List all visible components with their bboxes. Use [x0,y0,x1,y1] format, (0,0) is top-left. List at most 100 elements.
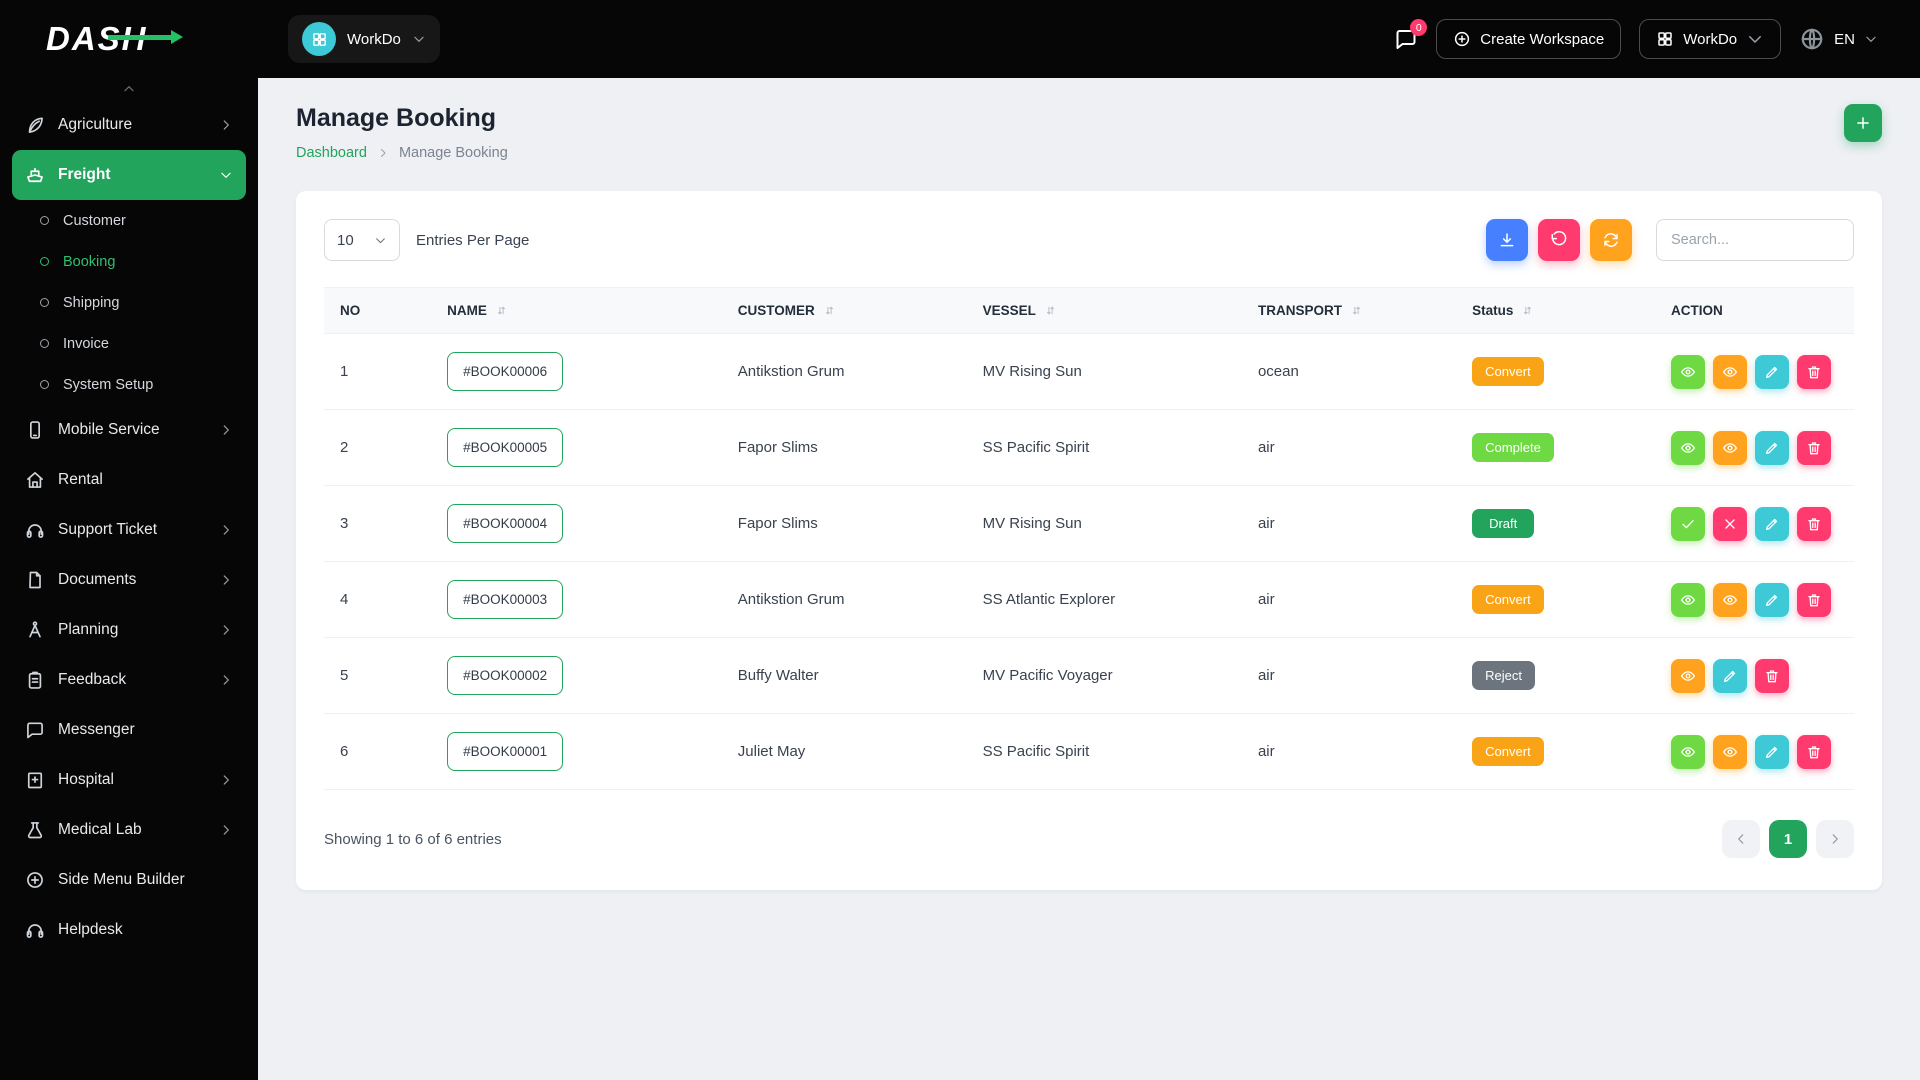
sidebar-item-label: Medical Lab [58,821,142,839]
view-button[interactable] [1671,583,1705,617]
column-header-status[interactable]: Status [1456,288,1655,334]
invoice-view-button[interactable] [1713,583,1747,617]
pagination-prev-button[interactable] [1722,820,1760,858]
sidebar-item-agriculture[interactable]: Agriculture [12,100,246,150]
pagination-next-button[interactable] [1816,820,1854,858]
delete-button[interactable] [1797,583,1831,617]
view-button[interactable] [1671,355,1705,389]
sidebar-item-freight[interactable]: Freight [12,150,246,200]
sidebar-item-label: Planning [58,621,118,639]
column-header-customer[interactable]: CUSTOMER [722,288,967,334]
edit-button[interactable] [1755,735,1789,769]
workspace-selector[interactable]: WorkDo [288,15,440,63]
chevron-right-icon [219,623,233,637]
cell-customer: Fapor Slims [722,410,967,486]
invoice-view-button[interactable] [1713,431,1747,465]
delete-button[interactable] [1755,659,1789,693]
messages-button[interactable]: 0 [1394,27,1418,51]
pencil-icon [1764,440,1780,456]
refresh-button[interactable] [1590,219,1632,261]
approve-button[interactable] [1671,507,1705,541]
sidebar-item-customer[interactable]: Customer [12,200,246,241]
documents-icon [25,570,45,590]
reject-button[interactable] [1713,507,1747,541]
booking-number-link[interactable]: #BOOK00002 [447,656,563,695]
entries-per-page-label: Entries Per Page [416,232,529,249]
account-menu-button[interactable]: WorkDo [1639,19,1781,59]
bullet-icon [40,339,49,348]
support-ticket-icon [25,520,45,540]
sidebar-scroll-up[interactable] [12,82,246,100]
sidebar-item-documents[interactable]: Documents [12,555,246,605]
sidebar-item-shipping[interactable]: Shipping [12,282,246,323]
add-booking-button[interactable] [1844,104,1882,142]
edit-button[interactable] [1713,659,1747,693]
chevron-right-icon [219,823,233,837]
cell-customer: Juliet May [722,714,967,790]
sidebar-item-helpdesk[interactable]: Helpdesk [12,905,246,955]
delete-button[interactable] [1797,507,1831,541]
cell-name: #BOOK00004 [431,486,722,562]
sidebar-item-booking[interactable]: Booking [12,241,246,282]
sidebar-item-feedback[interactable]: Feedback [12,655,246,705]
booking-number-link[interactable]: #BOOK00006 [447,352,563,391]
pagination-page-1-button[interactable]: 1 [1769,820,1807,858]
plus-circle-icon [1453,30,1471,48]
sidebar-item-label: Freight [58,166,111,184]
search-input[interactable] [1656,219,1854,261]
app-logo[interactable]: DASH [46,20,148,58]
check-icon [1680,516,1696,532]
sidebar-item-messenger[interactable]: Messenger [12,705,246,755]
create-workspace-button[interactable]: Create Workspace [1436,19,1621,59]
booking-number-link[interactable]: #BOOK00005 [447,428,563,467]
cell-customer: Antikstion Grum [722,334,967,410]
reset-filter-button[interactable] [1538,219,1580,261]
booking-number-link[interactable]: #BOOK00001 [447,732,563,771]
column-header-vessel[interactable]: VESSEL [967,288,1242,334]
delete-button[interactable] [1797,431,1831,465]
sidebar-item-label: Messenger [58,721,135,739]
edit-button[interactable] [1755,355,1789,389]
column-header-name[interactable]: NAME [431,288,722,334]
status-badge: Convert [1472,585,1544,614]
booking-number-link[interactable]: #BOOK00004 [447,504,563,543]
plus-icon [1854,114,1872,132]
table-row: 1 #BOOK00006 Antikstion Grum MV Rising S… [324,334,1854,410]
sidebar-item-side-menu-builder[interactable]: Side Menu Builder [12,855,246,905]
sidebar-item-rental[interactable]: Rental [12,455,246,505]
export-button[interactable] [1486,219,1528,261]
sidebar-item-mobile-service[interactable]: Mobile Service [12,405,246,455]
sidebar-item-hospital[interactable]: Hospital [12,755,246,805]
pencil-icon [1764,364,1780,380]
edit-button[interactable] [1755,507,1789,541]
language-selector[interactable]: EN [1799,26,1878,52]
view-button[interactable] [1671,431,1705,465]
entries-per-page-select[interactable]: 10 [324,219,400,261]
cell-customer: Antikstion Grum [722,562,967,638]
cell-actions [1655,486,1854,562]
edit-button[interactable] [1755,583,1789,617]
sidebar-item-invoice[interactable]: Invoice [12,323,246,364]
sidebar-item-label: Mobile Service [58,421,160,439]
cell-status: Reject [1456,638,1655,714]
sidebar-item-planning[interactable]: Planning [12,605,246,655]
cell-transport: air [1242,562,1456,638]
view-button[interactable] [1671,735,1705,769]
eye-icon [1680,440,1696,456]
cell-no: 2 [324,410,431,486]
eye-icon [1722,744,1738,760]
breadcrumb-dashboard-link[interactable]: Dashboard [296,145,367,161]
booking-number-link[interactable]: #BOOK00003 [447,580,563,619]
sidebar-item-system-setup[interactable]: System Setup [12,364,246,405]
trash-icon [1806,744,1822,760]
invoice-view-button[interactable] [1713,735,1747,769]
invoice-view-button[interactable] [1671,659,1705,693]
edit-button[interactable] [1755,431,1789,465]
delete-button[interactable] [1797,735,1831,769]
column-header-transport[interactable]: TRANSPORT [1242,288,1456,334]
sidebar-item-medical-lab[interactable]: Medical Lab [12,805,246,855]
cell-vessel: SS Pacific Spirit [967,410,1242,486]
delete-button[interactable] [1797,355,1831,389]
sidebar-item-support-ticket[interactable]: Support Ticket [12,505,246,555]
invoice-view-button[interactable] [1713,355,1747,389]
